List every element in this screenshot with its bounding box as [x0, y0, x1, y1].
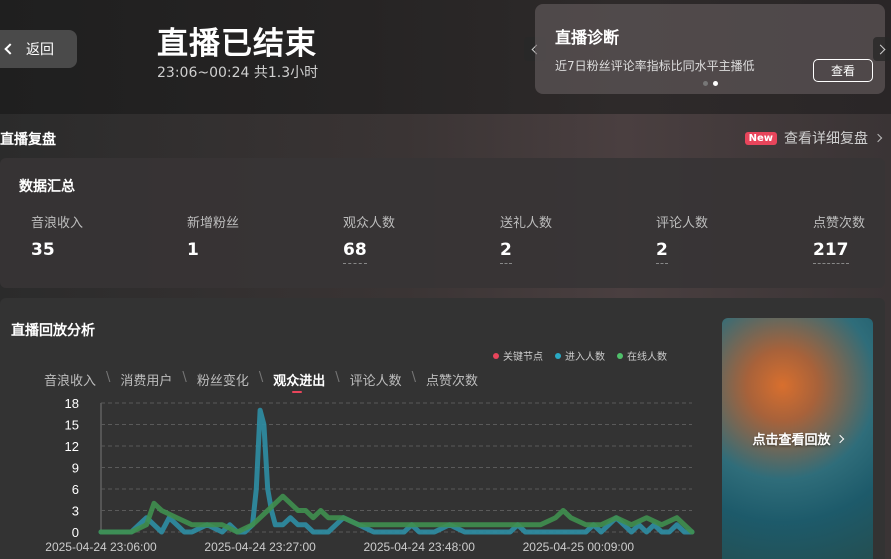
- y-tick-label: 12: [65, 439, 79, 454]
- y-tick-label: 15: [65, 418, 79, 433]
- watch-replay-label[interactable]: 点击查看回放: [752, 429, 844, 448]
- watch-replay-text: 点击查看回放: [752, 433, 831, 448]
- chevron-right-icon: [835, 434, 844, 443]
- y-tick-label: 6: [72, 482, 79, 497]
- x-tick-label: 2025-04-25 00:09:00: [523, 540, 635, 554]
- replay-video-thumbnail[interactable]: 点击查看回放: [722, 318, 873, 559]
- series-line-entries: [98, 407, 695, 535]
- x-tick-label: 2025-04-24 23:06:00: [45, 540, 157, 554]
- y-tick-label: 18: [65, 396, 79, 411]
- y-tick-label: 9: [72, 461, 79, 476]
- x-tick-label: 2025-04-24 23:48:00: [364, 540, 476, 554]
- y-tick-label: 3: [72, 504, 79, 519]
- y-tick-label: 0: [72, 525, 79, 540]
- x-tick-label: 2025-04-24 23:27:00: [204, 540, 316, 554]
